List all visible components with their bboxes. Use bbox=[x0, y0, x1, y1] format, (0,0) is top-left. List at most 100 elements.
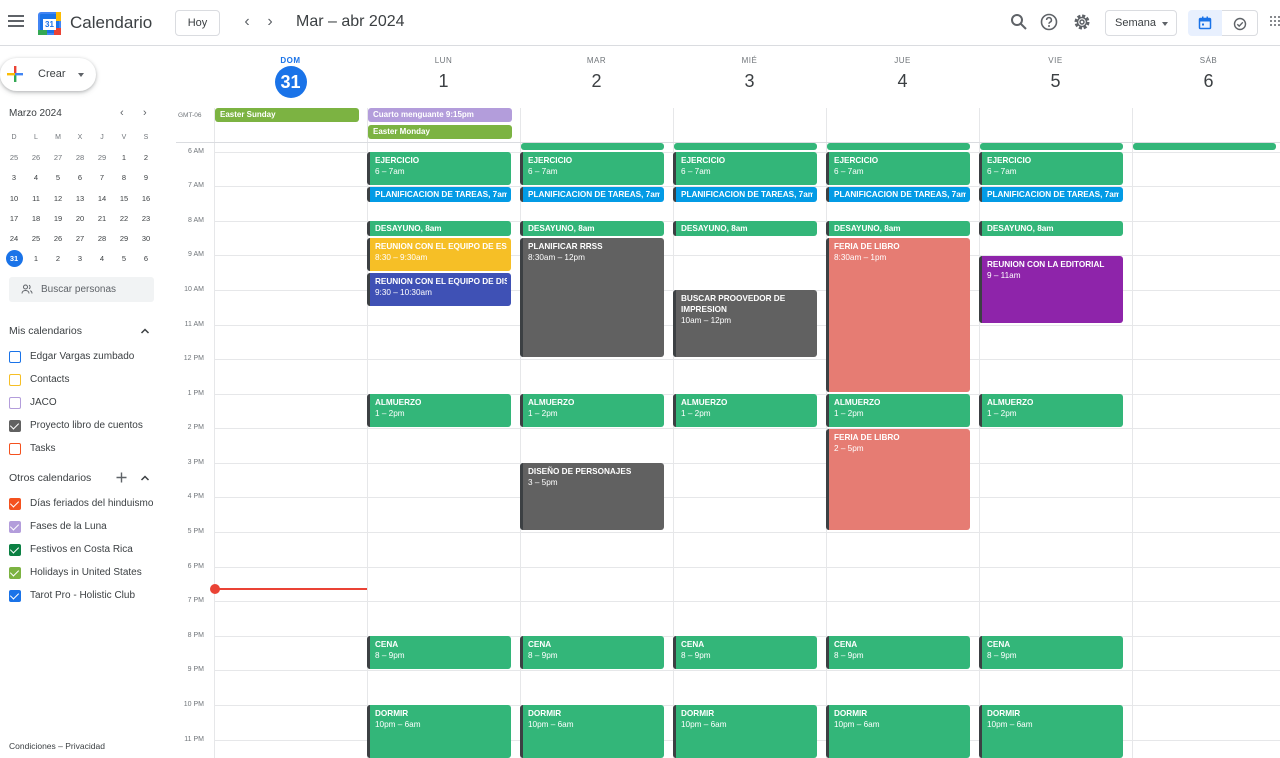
mini-day[interactable]: 9 bbox=[135, 168, 157, 188]
event-planificacion[interactable]: PLANIFICACION DE TAREAS, 7am bbox=[520, 187, 664, 202]
checkbox-unchecked[interactable] bbox=[9, 374, 21, 386]
main-menu-icon[interactable] bbox=[8, 13, 24, 29]
event-desayuno[interactable]: DESAYUNO, 8am bbox=[367, 221, 511, 236]
view-selector[interactable]: Semana bbox=[1105, 10, 1177, 36]
event-cena[interactable]: CENA 8 – 9pm bbox=[673, 636, 817, 669]
terms-privacy-link[interactable]: Condiciones – Privacidad bbox=[9, 741, 105, 751]
mini-day[interactable]: 8 bbox=[113, 168, 135, 188]
mini-day[interactable]: 19 bbox=[47, 209, 69, 229]
event-cena[interactable]: CENA 8 – 9pm bbox=[367, 636, 511, 669]
mini-day[interactable]: 28 bbox=[69, 148, 91, 168]
event-desayuno[interactable]: DESAYUNO, 8am bbox=[673, 221, 817, 236]
checkbox-checked[interactable] bbox=[9, 498, 21, 510]
allday-event-moon-phase[interactable]: Cuarto menguante 9:15pm bbox=[368, 108, 512, 122]
day-header-sat[interactable]: SÁB 6 bbox=[1132, 56, 1280, 92]
mini-day[interactable]: 7 bbox=[91, 168, 113, 188]
day-number[interactable]: 4 bbox=[826, 70, 979, 92]
mini-day[interactable]: 1 bbox=[25, 249, 47, 269]
mini-day[interactable]: 25 bbox=[3, 148, 25, 168]
create-button[interactable]: Crear bbox=[0, 58, 96, 91]
checkbox-checked[interactable] bbox=[9, 521, 21, 533]
day-number[interactable]: 2 bbox=[520, 70, 673, 92]
day-number[interactable]: 1 bbox=[367, 70, 520, 92]
day-header-thu[interactable]: JUE 4 bbox=[826, 56, 979, 92]
checkbox-checked[interactable] bbox=[9, 567, 21, 579]
checkbox-checked[interactable] bbox=[9, 544, 21, 556]
event-buscar-proveedor[interactable]: BUSCAR PROOVEDOR DE IMPRESION 10am – 12pm bbox=[673, 290, 817, 357]
calendar-item-contacts[interactable]: Contacts bbox=[9, 373, 69, 387]
event-desayuno[interactable]: DESAYUNO, 8am bbox=[826, 221, 970, 236]
event-planificacion[interactable]: PLANIFICACION DE TAREAS, 7am bbox=[367, 187, 511, 202]
event-cena[interactable]: CENA 8 – 9pm bbox=[520, 636, 664, 669]
mini-day[interactable]: 4 bbox=[91, 249, 113, 269]
mini-day[interactable]: 2 bbox=[47, 249, 69, 269]
mini-day[interactable]: 27 bbox=[47, 148, 69, 168]
event-ejercicio[interactable]: EJERCICIO 6 – 7am bbox=[520, 152, 664, 185]
apps-grid-icon[interactable] bbox=[1270, 16, 1280, 30]
event-feria-libro-morning[interactable]: FERIA DE LIBRO 8:30am – 1pm bbox=[826, 238, 970, 392]
day-header-wed[interactable]: MIÉ 3 bbox=[673, 56, 826, 92]
mini-day[interactable]: 20 bbox=[69, 209, 91, 229]
event-cena[interactable]: CENA 8 – 9pm bbox=[979, 636, 1123, 669]
mini-day[interactable]: 23 bbox=[135, 209, 157, 229]
mini-day[interactable]: 1 bbox=[113, 148, 135, 168]
event-dormir[interactable]: DORMIR 10pm – 6am bbox=[979, 705, 1123, 758]
mini-day[interactable]: 14 bbox=[91, 189, 113, 209]
checkbox-unchecked[interactable] bbox=[9, 351, 21, 363]
event-almuerzo[interactable]: ALMUERZO 1 – 2pm bbox=[979, 394, 1123, 427]
allday-event-easter-sunday[interactable]: Easter Sunday bbox=[215, 108, 359, 122]
help-icon[interactable] bbox=[1039, 12, 1059, 32]
event-continuation[interactable] bbox=[1133, 143, 1276, 150]
search-people-input[interactable]: Buscar personas bbox=[9, 277, 154, 302]
calendar-item-moon-phases[interactable]: Fases de la Luna bbox=[9, 520, 107, 534]
calendar-item-us-holidays[interactable]: Holidays in United States bbox=[9, 566, 142, 580]
today-button[interactable]: Hoy bbox=[175, 10, 220, 36]
calendar-item-costa-rica[interactable]: Festivos en Costa Rica bbox=[9, 543, 133, 557]
mini-day[interactable]: 5 bbox=[113, 249, 135, 269]
calendar-item-tasks[interactable]: Tasks bbox=[9, 442, 56, 456]
mini-day[interactable]: 22 bbox=[113, 209, 135, 229]
checkbox-unchecked[interactable] bbox=[9, 443, 21, 455]
event-planificacion[interactable]: PLANIFICACION DE TAREAS, 7am bbox=[826, 187, 970, 202]
event-feria-libro-afternoon[interactable]: FERIA DE LIBRO 2 – 5pm bbox=[826, 429, 970, 530]
day-header-tue[interactable]: MAR 2 bbox=[520, 56, 673, 92]
mini-day[interactable]: 5 bbox=[47, 168, 69, 188]
calendar-item-tarot[interactable]: Tarot Pro - Holistic Club bbox=[9, 589, 135, 603]
mini-day[interactable]: 15 bbox=[113, 189, 135, 209]
mini-day[interactable]: 11 bbox=[25, 189, 47, 209]
event-planificacion[interactable]: PLANIFICACION DE TAREAS, 7am bbox=[979, 187, 1123, 202]
checkbox-checked[interactable] bbox=[9, 420, 21, 432]
event-planificar-rrss[interactable]: PLANIFICAR RRSS 8:30am – 12pm bbox=[520, 238, 664, 357]
mini-day[interactable]: 3 bbox=[69, 249, 91, 269]
mini-day[interactable]: 16 bbox=[135, 189, 157, 209]
event-almuerzo[interactable]: ALMUERZO 1 – 2pm bbox=[826, 394, 970, 427]
mini-day[interactable]: 30 bbox=[135, 229, 157, 249]
event-ejercicio[interactable]: EJERCICIO 6 – 7am bbox=[673, 152, 817, 185]
mini-calendar-prev-button[interactable]: ‹ bbox=[120, 107, 124, 119]
event-almuerzo[interactable]: ALMUERZO 1 – 2pm bbox=[367, 394, 511, 427]
calendar-item-hindu-holidays[interactable]: Días feriados del hinduismo bbox=[9, 497, 153, 511]
event-continuation[interactable] bbox=[674, 143, 817, 150]
day-number[interactable]: 6 bbox=[1132, 70, 1280, 92]
mini-day[interactable]: 27 bbox=[69, 229, 91, 249]
tasks-view-toggle[interactable] bbox=[1222, 10, 1258, 36]
mini-day[interactable]: 29 bbox=[113, 229, 135, 249]
mini-day[interactable]: 4 bbox=[25, 168, 47, 188]
mini-day[interactable]: 10 bbox=[3, 189, 25, 209]
mini-day[interactable]: 25 bbox=[25, 229, 47, 249]
event-diseno-personajes[interactable]: DISEÑO DE PERSONAJES 3 – 5pm bbox=[520, 463, 664, 530]
event-planificacion[interactable]: PLANIFICACION DE TAREAS, 7am bbox=[673, 187, 817, 202]
mini-calendar-next-button[interactable]: › bbox=[143, 107, 147, 119]
mini-day[interactable]: 3 bbox=[3, 168, 25, 188]
mini-day[interactable]: 18 bbox=[25, 209, 47, 229]
mini-day[interactable]: 28 bbox=[91, 229, 113, 249]
event-ejercicio[interactable]: EJERCICIO 6 – 7am bbox=[826, 152, 970, 185]
mini-day[interactable]: 12 bbox=[47, 189, 69, 209]
event-cena[interactable]: CENA 8 – 9pm bbox=[826, 636, 970, 669]
checkbox-checked[interactable] bbox=[9, 590, 21, 602]
event-reunion-diseno[interactable]: REUNION CON EL EQUIPO DE DISEÑO9:30 – 10… bbox=[367, 273, 511, 306]
previous-week-button[interactable]: ‹ bbox=[240, 13, 254, 31]
mini-day[interactable]: 21 bbox=[91, 209, 113, 229]
day-number[interactable]: 31 bbox=[274, 66, 307, 98]
event-dormir[interactable]: DORMIR 10pm – 6am bbox=[826, 705, 970, 758]
